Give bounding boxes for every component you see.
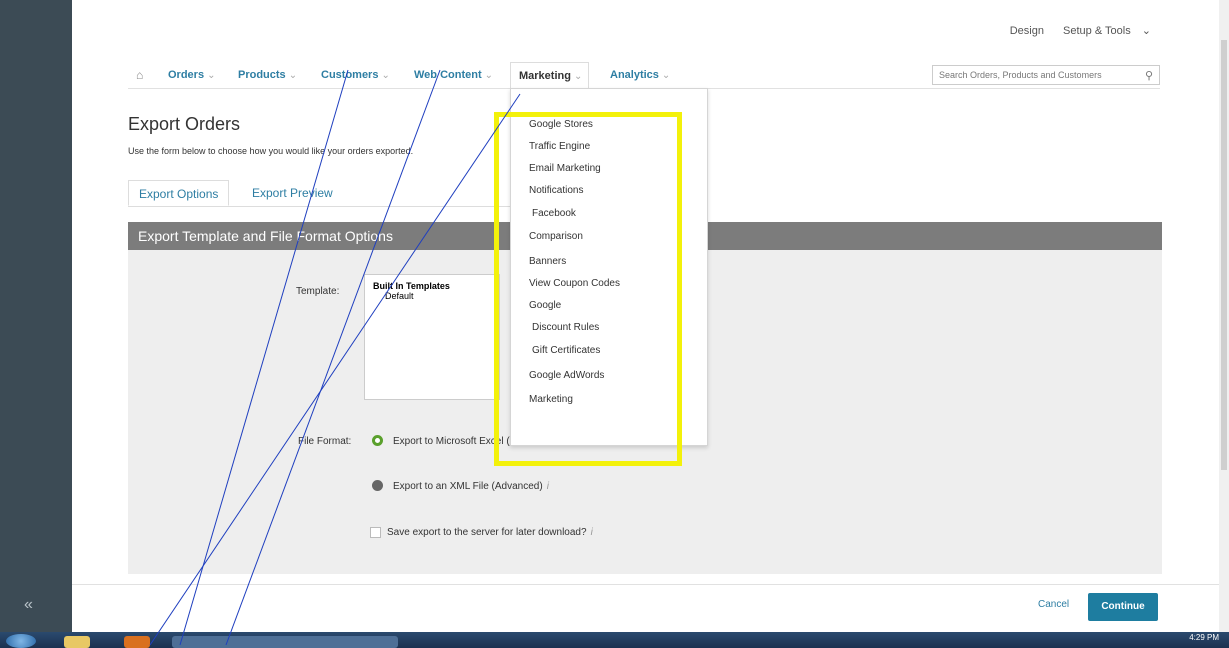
radio-xml-text: Export to an XML File (Advanced) — [393, 481, 543, 492]
save-server-text: Save export to the server for later down… — [387, 527, 587, 538]
taskbar-clock: 4:29 PM — [1189, 633, 1219, 642]
chevron-down-icon: ⌄ — [661, 70, 671, 81]
tab-export-options[interactable]: Export Options — [128, 180, 230, 206]
info-icon[interactable]: i — [591, 527, 593, 538]
template-select[interactable]: Built In Templates Default — [364, 274, 500, 400]
nav-orders-label: Orders — [168, 69, 205, 81]
main-nav: ⌂ Orders ⌄ Products ⌄ Customers ⌄ Web Conte… — [128, 62, 1160, 89]
menu-item-marketing[interactable]: Marketing — [529, 394, 573, 405]
menu-item-gift-certificates[interactable]: Gift Certificates — [532, 345, 600, 356]
left-sidebar: « — [0, 0, 72, 632]
menu-item-traffic-engine[interactable]: Traffic Engine — [529, 141, 590, 152]
chevron-down-icon: ⌄ — [484, 70, 494, 81]
template-group: Built In Templates — [373, 281, 450, 291]
chevron-down-icon: ⌄ — [207, 70, 216, 81]
folder-icon[interactable] — [64, 636, 90, 648]
save-server-label: Save export to the server for later down… — [387, 527, 593, 538]
nav-customers-label: Customers — [321, 69, 379, 81]
page-intro: Use the form below to choose how you wou… — [128, 146, 414, 156]
chevron-down-icon: ⌄ — [1141, 25, 1151, 37]
home-icon[interactable]: ⌂ — [136, 68, 143, 82]
nav-orders[interactable]: Orders ⌄ — [168, 69, 215, 81]
top-links: Design Setup & Tools ⌄ — [1002, 24, 1151, 37]
nav-products-label: Products — [238, 69, 286, 81]
nav-analytics-label: Analytics — [610, 69, 659, 81]
marketing-dropdown: Google Stores Traffic Engine Email Marke… — [510, 88, 708, 446]
chevron-down-icon: ⌄ — [288, 70, 298, 81]
search-placeholder: Search Orders, Products and Customers — [939, 70, 1102, 80]
menu-item-email-marketing[interactable]: Email Marketing — [529, 163, 601, 174]
nav-analytics[interactable]: Analytics ⌄ — [610, 69, 670, 81]
save-server-checkbox[interactable] — [370, 527, 381, 538]
collapse-sidebar-icon[interactable]: « — [24, 596, 33, 614]
setup-tools-label: Setup & Tools — [1063, 25, 1131, 37]
menu-item-google-adwords[interactable]: Google AdWords — [529, 370, 604, 381]
chevron-down-icon: ⌄ — [381, 70, 390, 81]
tab-export-preview[interactable]: Export Preview — [242, 180, 343, 206]
menu-item-view-coupon-codes[interactable]: View Coupon Codes — [529, 278, 620, 289]
menu-item-google[interactable]: Google — [529, 300, 561, 311]
chevron-down-icon: ⌄ — [573, 71, 583, 82]
cancel-button[interactable]: Cancel — [1038, 599, 1069, 610]
browser-icon[interactable] — [124, 636, 150, 648]
page-title: Export Orders — [128, 114, 241, 134]
nav-web-content-label: Web Content — [414, 69, 482, 81]
menu-item-notifications[interactable]: Notifications — [529, 185, 583, 196]
file-format-label: File Format: — [298, 436, 352, 447]
search-input[interactable]: Search Orders, Products and Customers ⚲ — [932, 65, 1160, 85]
nav-marketing-label: Marketing — [519, 70, 571, 82]
footer-bar: Cancel Continue — [72, 584, 1219, 633]
menu-item-facebook[interactable]: Facebook — [532, 208, 576, 219]
menu-item-banners[interactable]: Banners — [529, 256, 566, 267]
template-option-default[interactable]: Default — [373, 291, 491, 301]
nav-products[interactable]: Products ⌄ — [238, 69, 297, 81]
template-label: Template: — [296, 286, 340, 297]
menu-item-discount-rules[interactable]: Discount Rules — [532, 322, 599, 333]
design-link[interactable]: Design — [1010, 25, 1044, 37]
start-button-icon[interactable] — [6, 634, 36, 648]
nav-web-content[interactable]: Web Content ⌄ — [414, 69, 493, 81]
info-icon[interactable]: i — [547, 481, 549, 492]
nav-customers[interactable]: Customers ⌄ — [321, 69, 390, 81]
menu-item-google-stores[interactable]: Google Stores — [529, 119, 593, 130]
radio-xml[interactable] — [372, 480, 383, 491]
radio-excel[interactable] — [372, 435, 383, 446]
taskbar-window-button[interactable] — [172, 636, 398, 648]
radio-xml-label: Export to an XML File (Advanced) i — [393, 481, 549, 492]
scrollbar-thumb[interactable] — [1221, 40, 1227, 470]
continue-button[interactable]: Continue — [1088, 593, 1158, 621]
setup-tools-menu[interactable]: Setup & Tools ⌄ — [1055, 25, 1151, 37]
nav-marketing[interactable]: Marketing ⌄ — [510, 62, 590, 88]
menu-item-comparison[interactable]: Comparison — [529, 231, 583, 242]
page-scrollbar[interactable] — [1219, 0, 1229, 632]
search-icon[interactable]: ⚲ — [1145, 69, 1153, 82]
